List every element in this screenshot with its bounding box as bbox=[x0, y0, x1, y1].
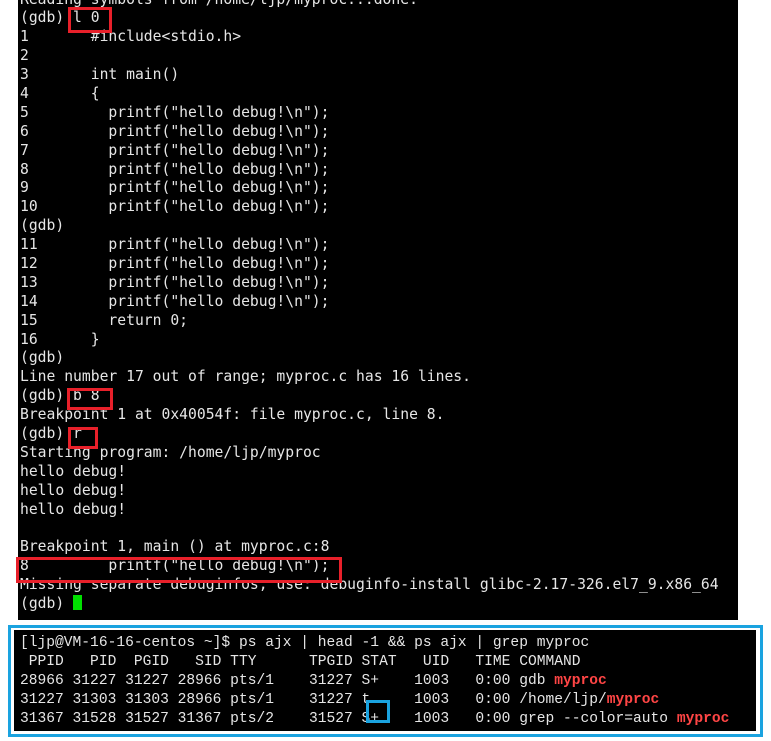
grep-match: myproc bbox=[676, 710, 730, 727]
output-line: 6 printf("hello debug!\n"); bbox=[20, 122, 330, 140]
highlight-breakpoint-line bbox=[16, 557, 342, 583]
ps-row: 28966 31227 31227 28966 pts/1 31227 S+ 1… bbox=[20, 672, 607, 689]
gdb-terminal[interactable]: Reading symbols from /home/ljp/myproc...… bbox=[18, 0, 738, 620]
output-line: Line number 17 out of range; myproc.c ha… bbox=[20, 368, 471, 386]
ps-header: PPID PID PGID SID TTY TPGID STAT UID TIM… bbox=[20, 653, 581, 670]
highlight-run-command bbox=[68, 427, 98, 449]
output-line: 9 printf("hello debug!\n"); bbox=[20, 179, 330, 197]
output-line: 1 #include<stdio.h> bbox=[20, 28, 242, 46]
output-line: hello debug! bbox=[20, 500, 127, 518]
grep-match: myproc bbox=[606, 691, 660, 708]
gdb-prompt-line: (gdb) b 8 bbox=[20, 387, 100, 405]
output-line: 3 int main() bbox=[20, 66, 180, 84]
output-line: 13 printf("hello debug!\n"); bbox=[20, 273, 330, 291]
output-line: Breakpoint 1, main () at myproc.c:8 bbox=[20, 538, 330, 556]
gdb-prompt-line: (gdb) bbox=[20, 349, 74, 367]
highlight-break-command bbox=[67, 388, 113, 410]
output-line: Starting program: /home/ljp/myproc bbox=[20, 443, 321, 461]
gdb-output: Reading symbols from /home/ljp/myproc...… bbox=[20, 0, 719, 614]
output-line: Reading symbols from /home/ljp/myproc...… bbox=[20, 0, 719, 9]
gdb-prompt-line: (gdb) l 0 bbox=[20, 9, 100, 27]
gdb-prompt-line: (gdb) r bbox=[20, 424, 82, 442]
output-line: 14 printf("hello debug!\n"); bbox=[20, 292, 330, 310]
output-line: 7 printf("hello debug!\n"); bbox=[20, 141, 330, 159]
output-line: 15 return 0; bbox=[20, 311, 189, 329]
output-line: 8 printf("hello debug!\n"); bbox=[20, 160, 330, 178]
output-line: hello debug! bbox=[20, 462, 127, 480]
gdb-prompt-line: (gdb) bbox=[20, 595, 719, 614]
highlight-stat-t bbox=[366, 700, 390, 723]
output-line: 2 bbox=[20, 47, 29, 65]
output-line: Breakpoint 1 at 0x40054f: file myproc.c,… bbox=[20, 406, 445, 424]
gdb-prompt-line: (gdb) bbox=[20, 217, 74, 235]
output-line: 10 printf("hello debug!\n"); bbox=[20, 198, 330, 216]
output-line: 5 printf("hello debug!\n"); bbox=[20, 103, 330, 121]
shell-prompt-line: [ljp@VM-16-16-centos ~]$ ps ajx | head -… bbox=[20, 635, 590, 651]
terminal-cursor bbox=[73, 595, 83, 610]
output-line: 12 printf("hello debug!\n"); bbox=[20, 254, 330, 272]
output-line: hello debug! bbox=[20, 481, 127, 499]
output-line: 16 } bbox=[20, 330, 100, 348]
output-line: 11 printf("hello debug!\n"); bbox=[20, 236, 330, 254]
output-line: 4 { bbox=[20, 84, 100, 102]
highlight-list-command bbox=[68, 7, 112, 33]
grep-match: myproc bbox=[554, 672, 607, 689]
